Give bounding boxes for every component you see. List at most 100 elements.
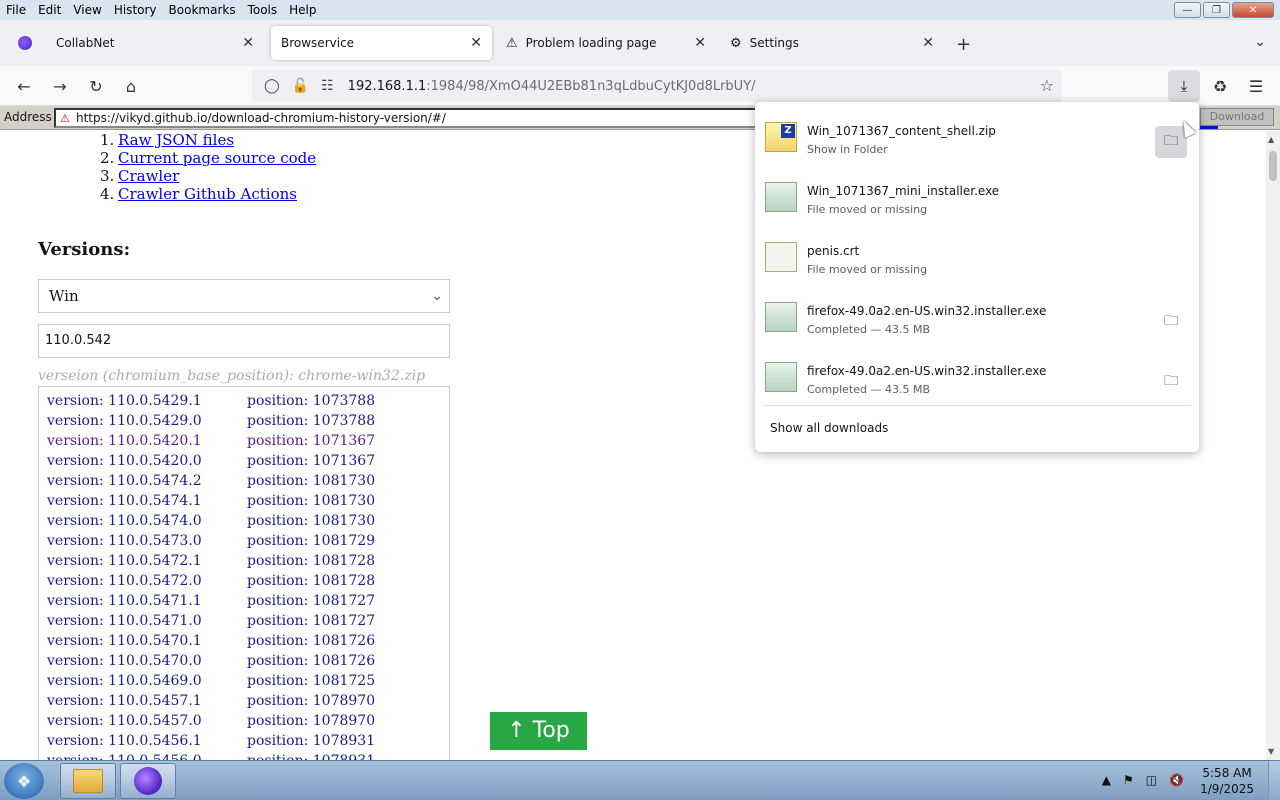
version-link[interactable]: version: 110.0.5472.0 [47,573,202,589]
crawler-actions-link[interactable]: Crawler Github Actions [118,185,297,203]
remote-download-button[interactable]: Download [1200,108,1274,126]
back-to-top-button[interactable]: ↑ Top [490,712,587,750]
table-row[interactable]: version: 110.0.5469.0 position: 1081725 [47,673,375,689]
flag-icon[interactable]: ⚑ [1123,773,1134,787]
tray-expand-icon[interactable]: ▲ [1102,773,1111,787]
position-link[interactable]: position: 1078970 [247,713,375,729]
position-link[interactable]: position: 1071367 [247,453,375,469]
position-link[interactable]: position: 1073788 [247,413,375,429]
clock[interactable]: 5:58 AM 1/9/2025 [1200,765,1254,797]
table-row[interactable]: version: 110.0.5473.0 position: 1081729 [47,533,375,549]
tab-browservice[interactable]: Browservice ✕ [271,26,492,60]
menu-help[interactable]: Help [283,0,322,20]
position-link[interactable]: position: 1081728 [247,573,375,589]
scroll-thumb[interactable] [1269,151,1277,181]
position-link[interactable]: position: 1081730 [247,473,375,489]
version-search-input[interactable]: 110.0.542 [38,324,450,358]
table-row[interactable]: version: 110.0.5472.1 position: 1081728 [47,553,375,569]
open-folder-icon[interactable]: 🗀 [1155,366,1187,398]
start-button[interactable]: ❖ [4,763,44,799]
version-link[interactable]: version: 110.0.5470.1 [47,633,202,649]
position-link[interactable]: position: 1081728 [247,553,375,569]
position-link[interactable]: position: 1078931 [247,753,375,760]
page-scrollbar[interactable]: ▲ ▼ [1266,131,1280,760]
taskbar-explorer[interactable] [60,763,116,799]
close-tab-icon[interactable]: ✕ [242,35,254,51]
version-link[interactable]: version: 110.0.5429.1 [47,393,202,409]
version-link[interactable]: version: 110.0.5456.0 [47,753,202,760]
version-link[interactable]: version: 110.0.5471.1 [47,593,202,609]
position-link[interactable]: position: 1081726 [247,653,375,669]
home-icon[interactable]: ⌂ [119,74,143,98]
forward-arrow-icon[interactable]: → [48,74,72,98]
table-row[interactable]: version: 110.0.5472.0 position: 1081728 [47,573,375,589]
menu-history[interactable]: History [108,0,163,20]
table-row[interactable]: version: 110.0.5456.1 position: 1078931 [47,733,375,749]
volume-muted-icon[interactable]: 🔇 [1169,773,1184,787]
download-item[interactable]: firefox-49.0a2.en-US.win32.installer.exe… [755,288,1199,348]
scroll-up-icon[interactable]: ▲ [1268,135,1274,144]
menu-view[interactable]: View [67,0,107,20]
close-window-button[interactable]: ✕ [1232,2,1274,18]
close-tab-icon[interactable]: ✕ [922,35,934,51]
table-row[interactable]: version: 110.0.5470.0 position: 1081726 [47,653,375,669]
version-link[interactable]: version: 110.0.5429.0 [47,413,202,429]
download-item[interactable]: Win_1071367_mini_installer.exe File move… [755,168,1199,228]
new-tab-icon[interactable]: + [956,34,971,55]
table-row[interactable]: version: 110.0.5471.0 position: 1081727 [47,613,375,629]
downloads-button[interactable]: ⤓ [1168,70,1200,102]
version-link[interactable]: version: 110.0.5473.0 [47,533,202,549]
table-row[interactable]: version: 110.0.5457.1 position: 1078970 [47,693,375,709]
table-row[interactable]: version: 110.0.5470.1 position: 1081726 [47,633,375,649]
version-link[interactable]: version: 110.0.5470.0 [47,653,202,669]
position-link[interactable]: position: 1071367 [247,433,375,449]
show-desktop-button[interactable] [1268,761,1280,800]
reload-icon[interactable]: ↻ [84,74,108,98]
tab-collabnet[interactable]: CollabNet ✕ [8,26,264,60]
table-row[interactable]: version: 110.0.5420.1 position: 1071367 [47,433,375,449]
version-link[interactable]: version: 110.0.5469.0 [47,673,202,689]
scroll-down-icon[interactable]: ▼ [1268,747,1274,756]
bookmark-star-icon[interactable]: ☆ [1040,76,1054,95]
extensions-icon[interactable]: ♻ [1208,74,1232,98]
insecure-lock-icon[interactable]: 🔓 [292,78,309,94]
position-link[interactable]: position: 1081727 [247,593,375,609]
position-link[interactable]: position: 1078931 [247,733,375,749]
os-select[interactable]: Win ⌄ [38,279,450,313]
position-link[interactable]: position: 1081726 [247,633,375,649]
table-row[interactable]: version: 110.0.5474.0 position: 1081730 [47,513,375,529]
download-item[interactable]: Z Win_1071367_content_shell.zip Show in … [755,108,1199,168]
show-all-downloads-button[interactable]: Show all downloads [770,421,888,435]
version-link[interactable]: version: 110.0.5456.1 [47,733,202,749]
version-link[interactable]: version: 110.0.5471.0 [47,613,202,629]
version-link[interactable]: version: 110.0.5457.1 [47,693,202,709]
address-input[interactable]: ⚠ https://vikyd.github.io/download-chrom… [54,108,764,128]
menu-file[interactable]: File [0,0,32,20]
version-link[interactable]: version: 110.0.5472.1 [47,553,202,569]
position-link[interactable]: position: 1081727 [247,613,375,629]
close-tab-icon[interactable]: ✕ [694,35,706,51]
tab-settings[interactable]: ⚙ Settings ✕ [720,26,944,60]
position-link[interactable]: position: 1081730 [247,513,375,529]
raw-json-link[interactable]: Raw JSON files [118,131,234,149]
taskbar-firefox[interactable] [120,763,176,799]
table-row[interactable]: version: 110.0.5474.2 position: 1081730 [47,473,375,489]
open-folder-icon[interactable]: 🗀 [1155,306,1187,338]
position-link[interactable]: position: 1081729 [247,533,375,549]
table-row[interactable]: version: 110.0.5456.0 position: 1078931 [47,753,375,760]
position-link[interactable]: position: 1073788 [247,393,375,409]
version-link[interactable]: version: 110.0.5457.0 [47,713,202,729]
source-code-link[interactable]: Current page source code [118,149,316,167]
version-link[interactable]: version: 110.0.5474.2 [47,473,202,489]
list-tabs-chevron-icon[interactable]: ⌄ [1254,34,1266,50]
table-row[interactable]: version: 110.0.5457.0 position: 1078970 [47,713,375,729]
menu-bookmarks[interactable]: Bookmarks [163,0,242,20]
download-item[interactable]: penis.crt File moved or missing [755,228,1199,288]
display-icon[interactable]: ◫ [1146,773,1157,787]
minimize-button[interactable]: — [1174,2,1201,18]
version-link[interactable]: version: 110.0.5420.0 [47,453,202,469]
permissions-icon[interactable]: ☷ [321,78,334,94]
menu-tools[interactable]: Tools [242,0,284,20]
table-row[interactable]: version: 110.0.5429.1 position: 1073788 [47,393,375,409]
tracking-shield-icon[interactable]: ◯ [264,78,280,94]
